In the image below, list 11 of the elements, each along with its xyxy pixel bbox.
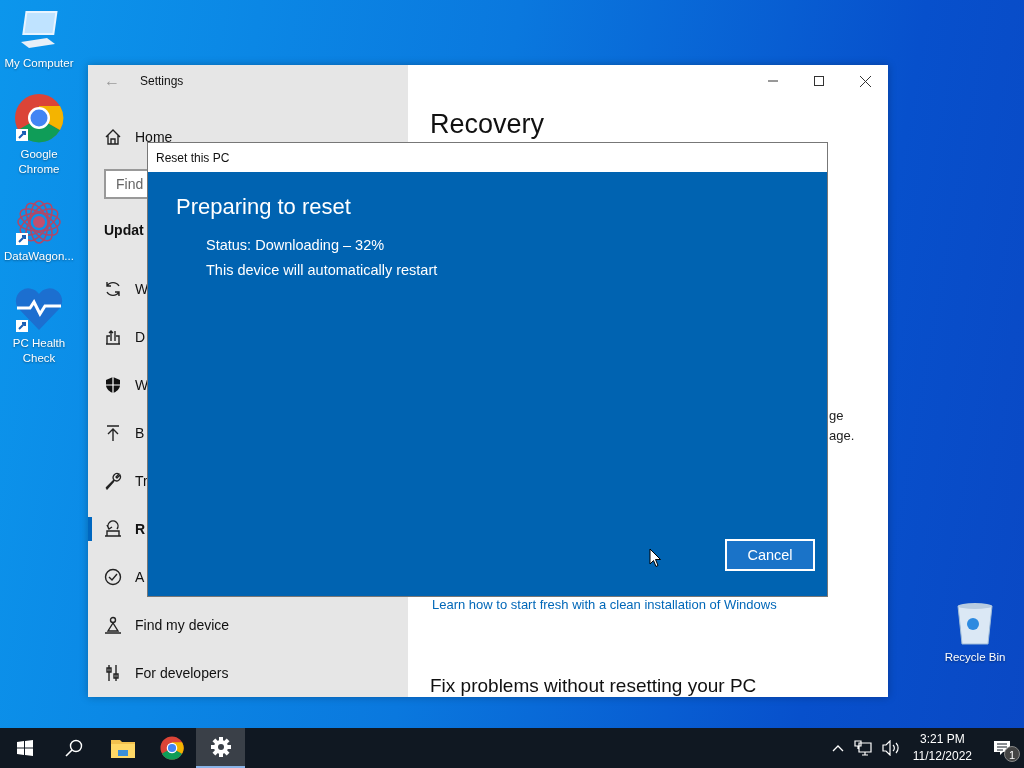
window-title: Settings xyxy=(140,73,184,88)
page-title: Recovery xyxy=(430,109,545,140)
section-heading: Updat xyxy=(104,221,145,240)
notification-count: 1 xyxy=(1004,746,1020,762)
body-text: age. xyxy=(829,428,855,443)
body-text: ge xyxy=(829,408,844,423)
dialog-heading: Preparing to reset xyxy=(176,194,352,220)
status-text: This device will automatically restart xyxy=(206,261,439,280)
dialog-title: Reset this PC xyxy=(156,150,230,165)
status-text: Status: Downloading – 32% xyxy=(206,236,386,255)
section-heading: Fix problems without resetting your PC xyxy=(430,675,757,697)
